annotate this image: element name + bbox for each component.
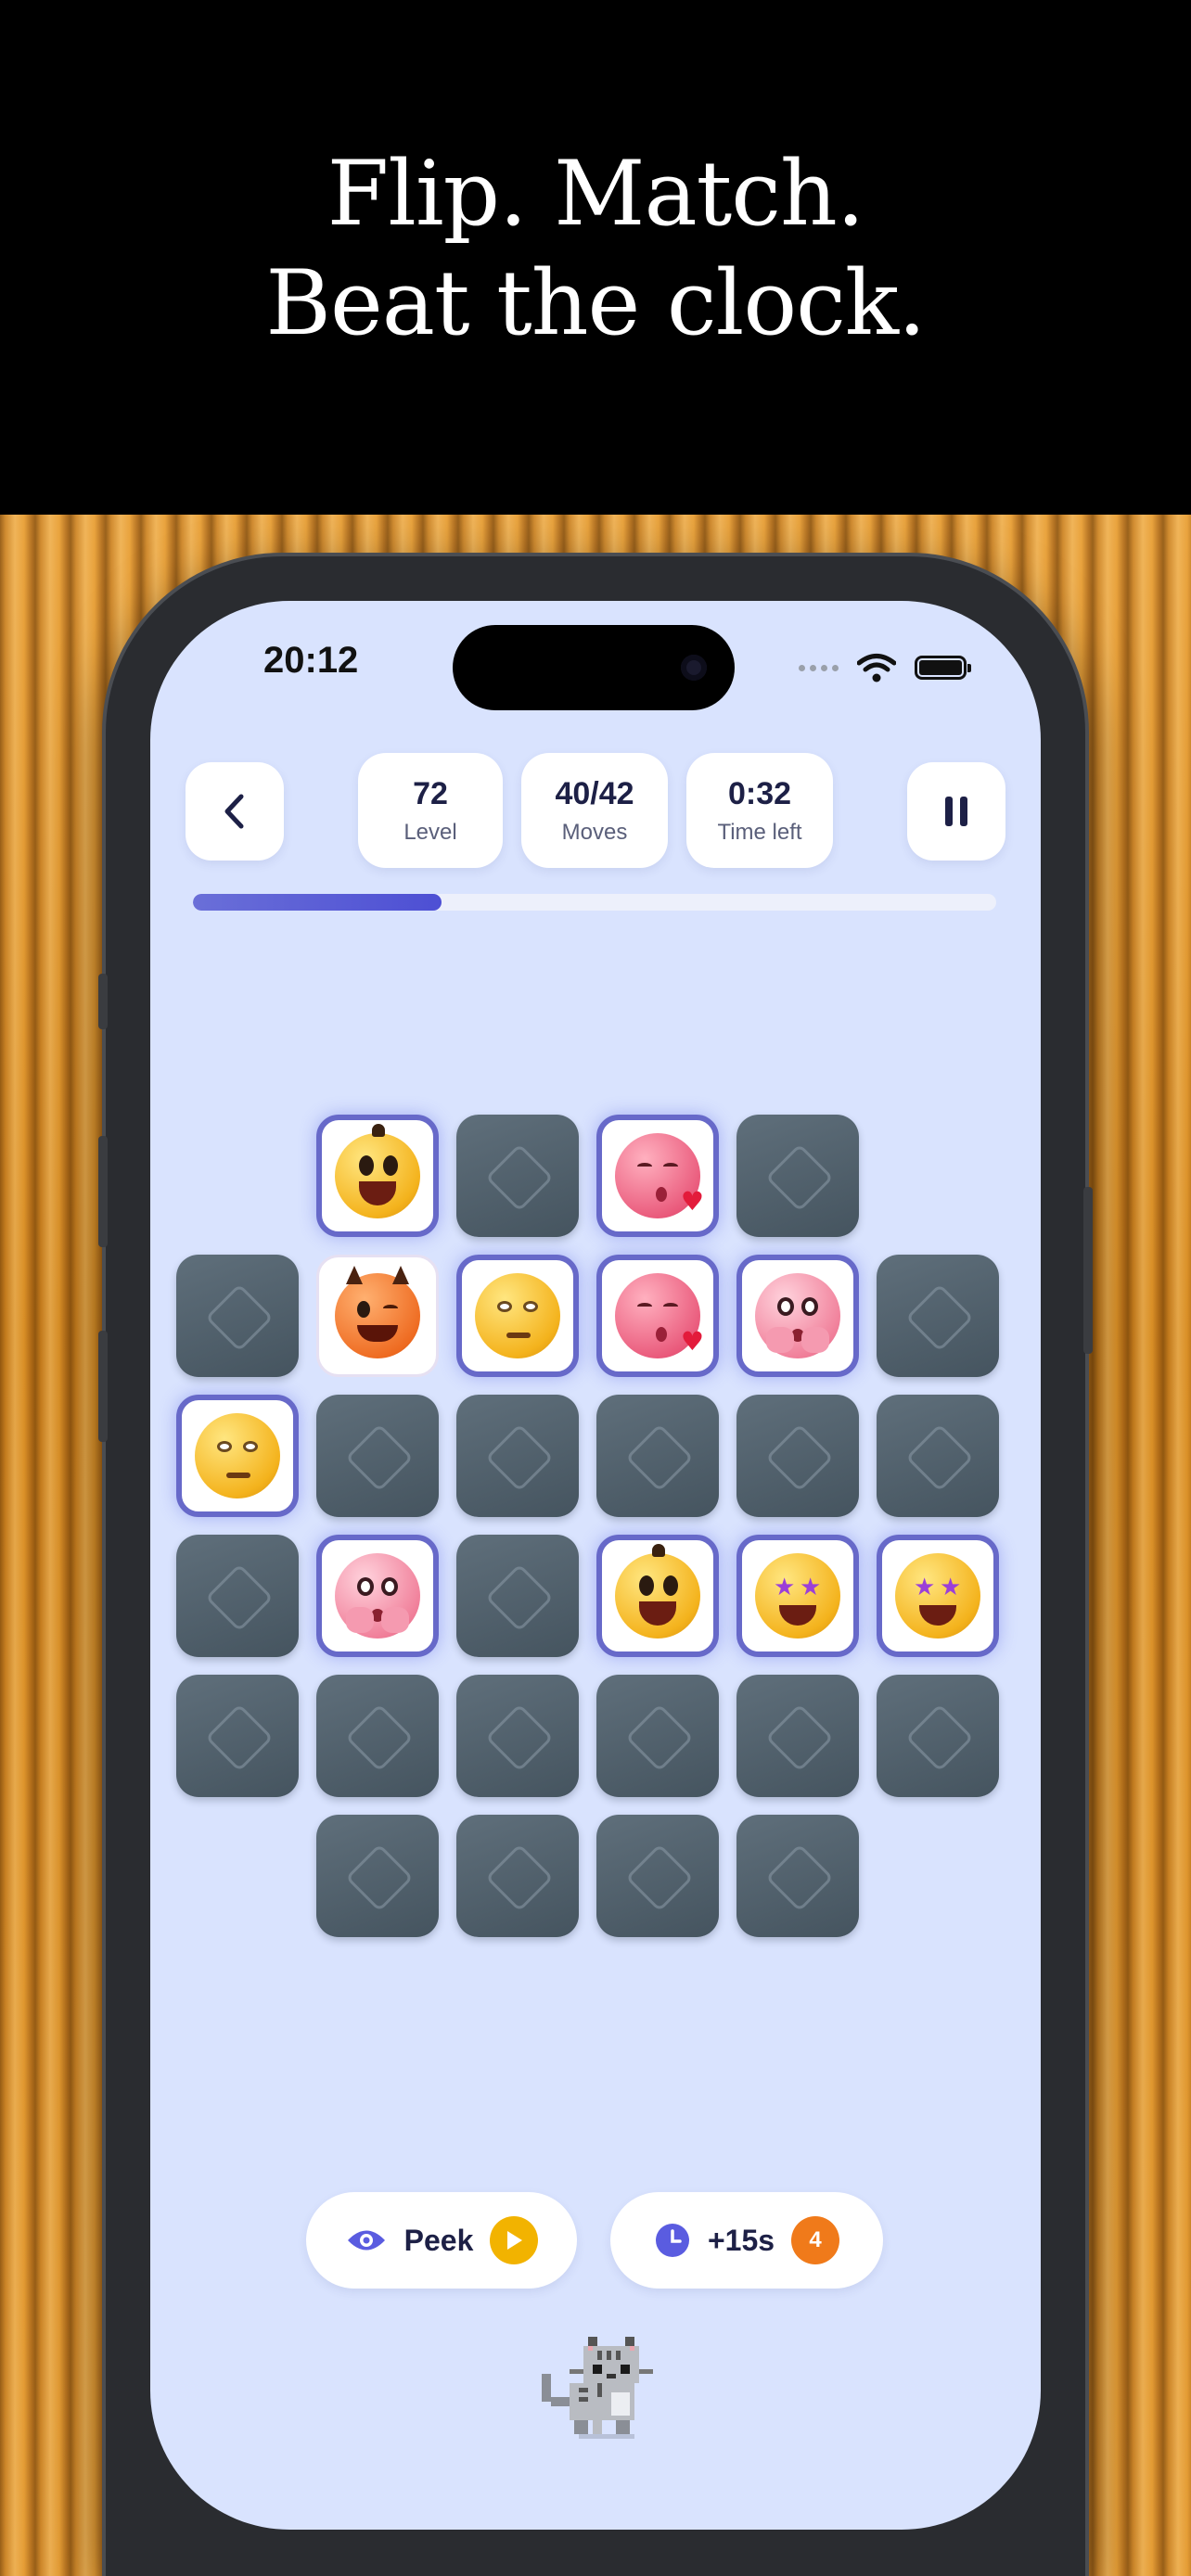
level-label: Level xyxy=(403,819,457,845)
card-facedown[interactable] xyxy=(736,1115,859,1237)
level-stat: 72 Level xyxy=(358,753,503,868)
star-struck-face-emoji: ★ ★ xyxy=(895,1553,980,1639)
card-facedown[interactable] xyxy=(176,1675,299,1797)
card-faceup[interactable] xyxy=(456,1255,579,1377)
time-left-stat: 0:32 Time left xyxy=(686,753,833,868)
time-progress-fill xyxy=(193,894,442,911)
card-faceup[interactable] xyxy=(596,1535,719,1657)
status-time: 20:12 xyxy=(263,640,359,681)
card-facedown[interactable] xyxy=(456,1535,579,1657)
card-faceup[interactable] xyxy=(316,1535,439,1657)
cellular-dots-icon xyxy=(799,664,839,671)
wifi-icon xyxy=(857,654,896,682)
clock-icon xyxy=(655,2224,689,2257)
promo-banner: Flip. Match. Beat the clock. xyxy=(0,0,1191,515)
eye-roll-face-emoji xyxy=(475,1273,560,1358)
pause-button[interactable] xyxy=(907,762,1005,861)
moves-label: Moves xyxy=(561,819,628,845)
peek-badge xyxy=(490,2216,539,2264)
add-time-powerup-button[interactable]: +15s 4 xyxy=(610,2192,883,2289)
eye-icon xyxy=(347,2230,385,2251)
card-faceup[interactable] xyxy=(316,1115,439,1237)
card-faceup[interactable]: ★ ★ xyxy=(877,1535,999,1657)
time-left-value: 0:32 xyxy=(727,775,792,811)
chevron-left-icon xyxy=(224,794,244,829)
card-faceup[interactable]: ♥ xyxy=(596,1115,719,1237)
peek-label: Peek xyxy=(403,2223,474,2257)
kissing-face-heart-emoji: ♥ xyxy=(615,1133,704,1218)
card-facedown[interactable] xyxy=(456,1675,579,1797)
status-icons xyxy=(799,653,971,682)
dynamic-island xyxy=(453,625,735,710)
card-facedown[interactable] xyxy=(596,1815,719,1937)
pixel-cat-mascot xyxy=(542,2337,653,2439)
play-icon xyxy=(507,2231,523,2250)
card-faceup[interactable] xyxy=(316,1255,439,1377)
card-facedown[interactable] xyxy=(877,1395,999,1517)
pleading-hands-face-emoji xyxy=(755,1273,840,1358)
card-facedown[interactable] xyxy=(316,1815,439,1937)
winking-devil-face-emoji xyxy=(335,1266,420,1358)
add-time-label: +15s xyxy=(707,2223,775,2257)
battery-icon xyxy=(915,656,971,680)
phone-volume-down xyxy=(98,1331,108,1442)
card-facedown[interactable] xyxy=(736,1395,859,1517)
phone-side-button xyxy=(98,974,108,1029)
card-faceup[interactable]: ♥ xyxy=(596,1255,719,1377)
grinning-face-emoji xyxy=(335,1124,420,1218)
card-facedown[interactable] xyxy=(176,1535,299,1657)
kissing-face-heart-emoji: ♥ xyxy=(615,1273,704,1358)
card-faceup[interactable] xyxy=(176,1395,299,1517)
phone-screen: 20:12 72 Level 40/42 Moves 0:32 Time lef… xyxy=(150,601,1041,2530)
card-facedown[interactable] xyxy=(316,1395,439,1517)
card-facedown[interactable] xyxy=(736,1675,859,1797)
pleading-hands-face-emoji xyxy=(335,1553,420,1639)
eye-roll-face-emoji xyxy=(195,1413,280,1498)
time-progress-bar xyxy=(193,894,996,911)
grinning-face-emoji xyxy=(615,1544,700,1639)
banner-headline-line2: Beat the clock. xyxy=(265,250,926,355)
card-facedown[interactable] xyxy=(877,1255,999,1377)
time-left-label: Time left xyxy=(717,819,802,845)
pause-icon xyxy=(945,797,967,826)
card-facedown[interactable] xyxy=(596,1395,719,1517)
back-button[interactable] xyxy=(186,762,284,861)
card-facedown[interactable] xyxy=(877,1675,999,1797)
card-facedown[interactable] xyxy=(736,1815,859,1937)
card-facedown[interactable] xyxy=(316,1675,439,1797)
card-facedown[interactable] xyxy=(456,1815,579,1937)
phone-power-button xyxy=(1083,1187,1093,1354)
level-value: 72 xyxy=(413,775,448,811)
phone-volume-up xyxy=(98,1136,108,1247)
star-struck-face-emoji: ★ ★ xyxy=(755,1553,840,1639)
card-faceup[interactable] xyxy=(736,1255,859,1377)
peek-powerup-button[interactable]: Peek xyxy=(306,2192,577,2289)
moves-value: 40/42 xyxy=(555,775,634,811)
banner-headline-line1: Flip. Match. xyxy=(327,141,865,246)
card-facedown[interactable] xyxy=(456,1395,579,1517)
moves-stat: 40/42 Moves xyxy=(521,753,668,868)
card-facedown[interactable] xyxy=(456,1115,579,1237)
card-faceup[interactable]: ★ ★ xyxy=(736,1535,859,1657)
add-time-count-badge: 4 xyxy=(791,2216,840,2264)
card-facedown[interactable] xyxy=(596,1675,719,1797)
card-facedown[interactable] xyxy=(176,1255,299,1377)
